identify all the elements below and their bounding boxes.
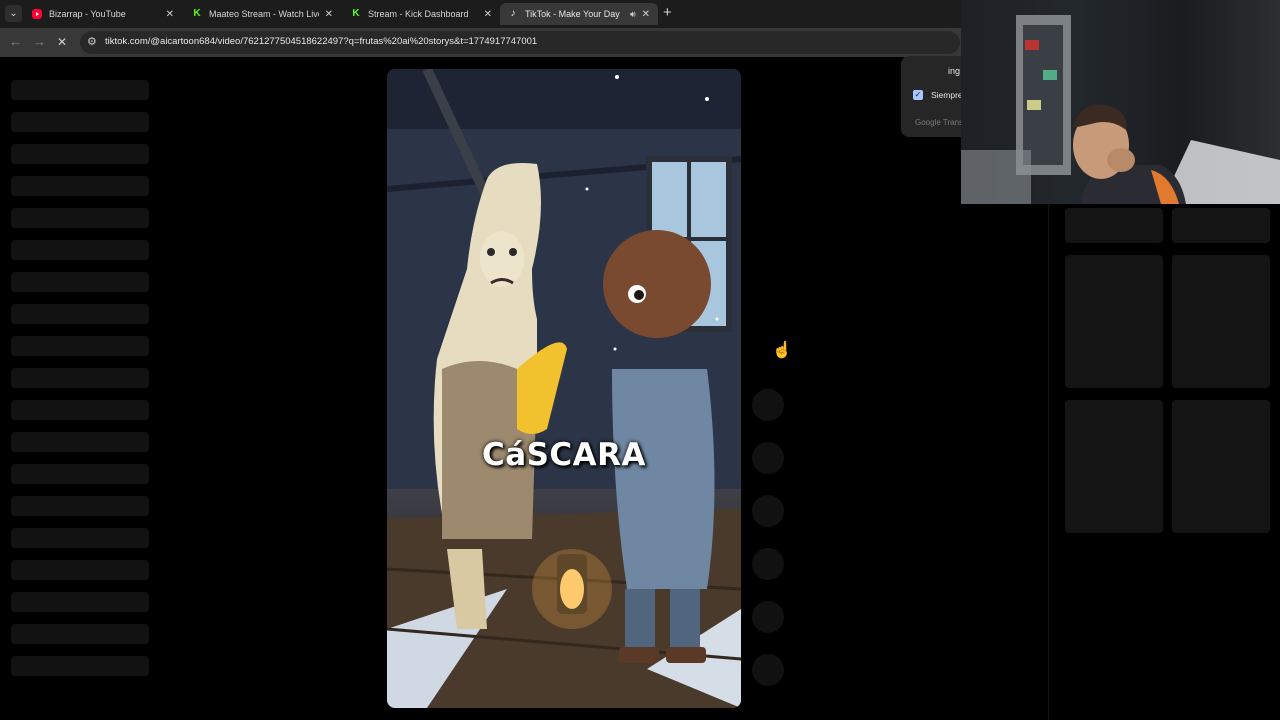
skeleton-row <box>11 240 149 260</box>
youtube-icon <box>32 9 42 19</box>
webcam-feed <box>961 15 1280 204</box>
more-button[interactable] <box>752 601 784 633</box>
skeleton-row <box>11 176 149 196</box>
skeleton-row <box>11 528 149 548</box>
stop-loading-icon[interactable]: ✕ <box>57 35 67 49</box>
skeleton-row <box>11 112 149 132</box>
tab-tiktok[interactable]: ♪ TikTok - Make Your Day 🔊︎ ✕ <box>500 3 658 25</box>
skeleton-row <box>11 496 149 516</box>
skeleton-row <box>11 208 149 228</box>
close-tab-icon[interactable]: ✕ <box>325 9 333 20</box>
close-tab-icon[interactable]: ✕ <box>484 9 492 20</box>
kick-icon: K <box>351 8 361 19</box>
tab-maateo-stream[interactable]: K Maateo Stream - Watch Live on ✕ <box>184 3 341 25</box>
speaker-icon[interactable]: 🔊︎ <box>630 9 636 20</box>
video-frame-illustration <box>387 69 741 708</box>
skeleton-row <box>11 560 149 580</box>
skeleton-card <box>1172 255 1270 388</box>
tab-title: Bizarrap - YouTube <box>49 9 126 19</box>
tab-youtube[interactable]: Bizarrap - YouTube ✕ <box>24 3 182 25</box>
bookmark-button[interactable] <box>752 495 784 527</box>
kick-icon: K <box>192 8 202 19</box>
skeleton-card <box>1065 400 1163 533</box>
url-text[interactable]: tiktok.com/@aicartoon684/video/762127750… <box>105 36 537 47</box>
skeleton-row <box>11 656 149 676</box>
translate-language-tab[interactable]: ing <box>948 66 960 76</box>
tab-title: Stream - Kick Dashboard <box>368 9 469 19</box>
tiktok-icon: ♪ <box>510 8 516 19</box>
skeleton-row <box>11 432 149 452</box>
skeleton-card <box>1172 208 1270 243</box>
like-button[interactable] <box>752 389 784 421</box>
skeleton-row <box>11 272 149 292</box>
skeleton-card <box>1172 400 1270 533</box>
translate-footer: Google Trans <box>915 118 964 127</box>
skeleton-row <box>11 592 149 612</box>
webcam-overlay <box>961 0 1280 204</box>
site-info-icon[interactable]: ⚙ <box>87 35 97 48</box>
video-player[interactable]: CáSCARA <box>387 69 741 708</box>
share-button[interactable] <box>752 548 784 580</box>
tab-title: TikTok - Make Your Day <box>525 9 620 19</box>
skeleton-row <box>11 80 149 100</box>
skeleton-row <box>11 336 149 356</box>
close-tab-icon[interactable]: ✕ <box>642 9 650 20</box>
video-caption: CáSCARA <box>481 437 647 473</box>
comment-button[interactable] <box>752 442 784 474</box>
skeleton-row <box>11 304 149 324</box>
close-tab-icon[interactable]: ✕ <box>166 9 174 20</box>
checkbox-checked-icon[interactable]: ✓ <box>913 90 923 100</box>
skeleton-row <box>11 400 149 420</box>
sound-button[interactable] <box>752 654 784 686</box>
mouse-cursor-icon: ☝ <box>772 342 792 359</box>
tab-kick-dashboard[interactable]: K Stream - Kick Dashboard ✕ <box>343 3 500 25</box>
skeleton-row <box>11 368 149 388</box>
tab-title: Maateo Stream - Watch Live on <box>209 9 319 19</box>
new-tab-button[interactable]: + <box>663 5 672 21</box>
back-icon[interactable]: ← <box>9 34 22 49</box>
translate-always-label[interactable]: Siempre <box>931 90 963 100</box>
tab-search-button[interactable]: ⌄ <box>5 5 22 22</box>
address-bar[interactable]: ⚙ tiktok.com/@aicartoon684/video/7621277… <box>80 31 960 54</box>
skeleton-card <box>1065 255 1163 388</box>
skeleton-row <box>11 144 149 164</box>
forward-icon[interactable]: → <box>33 34 46 49</box>
skeleton-card <box>1065 208 1163 243</box>
skeleton-row <box>11 464 149 484</box>
skeleton-row <box>11 624 149 644</box>
